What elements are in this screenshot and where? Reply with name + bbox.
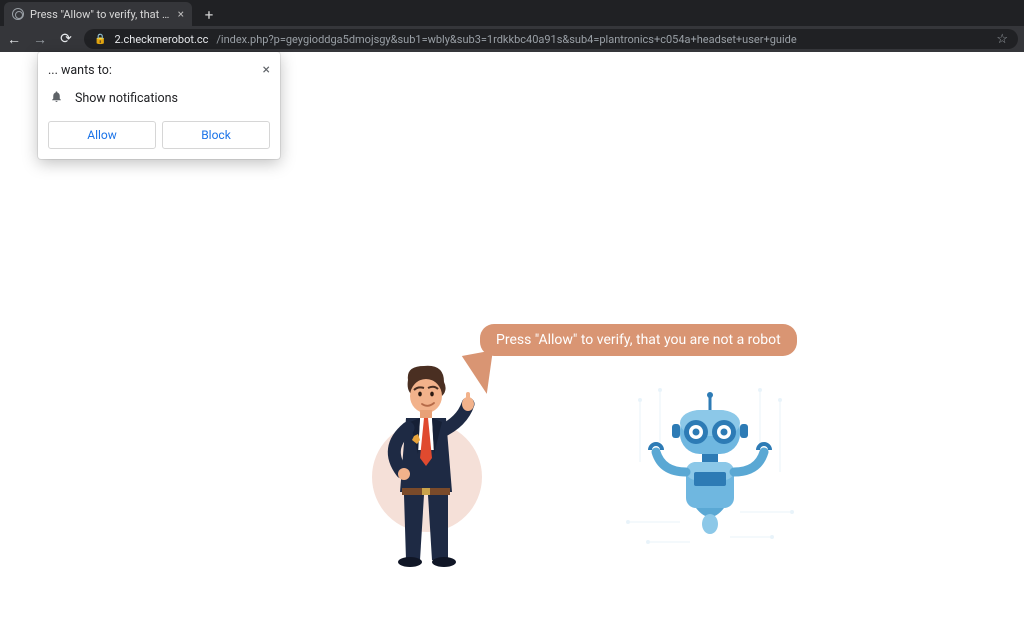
- businessman-illustration: [370, 362, 490, 570]
- url-path: /index.php?p=geygioddga5dmojsgy&sub1=wbl…: [216, 33, 796, 46]
- speech-bubble: Press "Allow" to verify, that you are no…: [480, 324, 797, 356]
- browser-chrome: Press "Allow" to verify, that yo × + ← →…: [0, 0, 1024, 52]
- speech-bubble-text: Press "Allow" to verify, that you are no…: [496, 332, 781, 348]
- reload-button[interactable]: ⟳: [58, 31, 74, 47]
- bell-icon: [50, 90, 63, 107]
- address-bar[interactable]: 🔒 2.checkmerobot.cc/index.php?p=geygiodd…: [84, 29, 1018, 49]
- block-button[interactable]: Block: [162, 121, 270, 149]
- browser-tab[interactable]: Press "Allow" to verify, that yo ×: [4, 2, 192, 26]
- forward-button: →: [32, 31, 48, 48]
- robot-illustration: [640, 392, 780, 542]
- allow-button[interactable]: Allow: [48, 121, 156, 149]
- url-domain: 2.checkmerobot.cc: [114, 33, 208, 46]
- permission-label: Show notifications: [75, 91, 178, 106]
- tab-title: Press "Allow" to verify, that yo: [30, 8, 172, 21]
- lock-icon: 🔒: [94, 34, 106, 45]
- close-tab-icon[interactable]: ×: [178, 7, 184, 21]
- new-tab-button[interactable]: +: [198, 4, 220, 26]
- close-icon[interactable]: ×: [263, 62, 270, 78]
- browser-toolbar: ← → ⟳ 🔒 2.checkmerobot.cc/index.php?p=ge…: [0, 26, 1024, 52]
- permission-origin-text: ... wants to:: [48, 63, 263, 78]
- back-button[interactable]: ←: [6, 31, 22, 48]
- notification-permission-prompt: ... wants to: × Show notifications Allow…: [38, 52, 280, 159]
- tab-strip: Press "Allow" to verify, that yo × +: [0, 0, 1024, 26]
- bookmark-star-icon[interactable]: ☆: [996, 32, 1008, 47]
- globe-icon: [12, 8, 24, 20]
